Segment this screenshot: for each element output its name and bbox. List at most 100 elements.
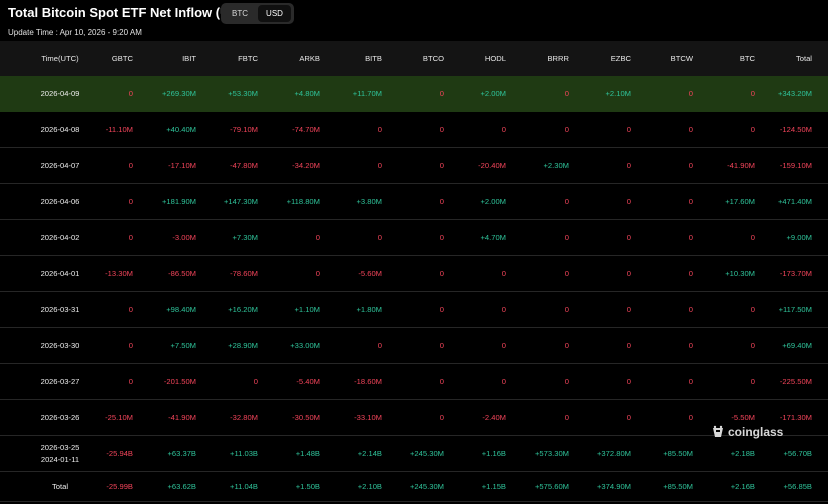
value-cell: +2.30M xyxy=(543,161,569,170)
value-cell: 0 xyxy=(128,89,133,98)
value-cell: -5.50M xyxy=(731,413,755,422)
date-cell: 2026-03-26 xyxy=(40,413,80,422)
value-cell: +56.85B xyxy=(783,482,812,491)
value-cell: 0 xyxy=(439,161,444,170)
value-cell: 0 xyxy=(128,341,133,350)
value-cell: -225.50M xyxy=(779,377,812,386)
value-cell: 0 xyxy=(439,413,444,422)
value-cell: 0 xyxy=(377,233,382,242)
value-cell: -34.20M xyxy=(292,161,320,170)
value-cell: +16.20M xyxy=(228,305,258,314)
table-row: 2026-04-01 -13.30M -86.50M -78.60M 0 -5.60M 0 0… xyxy=(0,256,828,292)
table-row: 2026-04-07 0 -17.10M -47.80M -34.20M 0 0 -20.40… xyxy=(0,148,828,184)
value-cell: 0 xyxy=(377,125,382,134)
value-cell: +147.30M xyxy=(224,197,258,206)
date-cell: 2026-03-27 xyxy=(40,377,80,386)
value-cell: 0 xyxy=(439,89,444,98)
date-cell: Total xyxy=(51,482,69,491)
value-cell: +245.30M xyxy=(410,482,444,491)
date-cell: 2026-04-06 xyxy=(40,197,80,206)
value-cell: +11.70M xyxy=(352,89,382,98)
table-row: 2026-03-26 -25.10M -41.90M -32.80M -30.50M -3… xyxy=(0,400,828,436)
value-cell: +245.30M xyxy=(410,449,444,458)
value-cell: 0 xyxy=(439,197,444,206)
value-cell: -18.60M xyxy=(354,377,382,386)
date-cell: 2026-04-09 xyxy=(40,89,80,98)
column-header[interactable]: BTC xyxy=(740,54,755,63)
value-cell: 0 xyxy=(626,161,631,170)
value-cell: +2.16B xyxy=(730,482,755,491)
value-cell: 0 xyxy=(688,125,693,134)
table-row: 2026-04-08 -11.10M +40.40M -79.10M -74.70M 0 0… xyxy=(0,112,828,148)
value-cell: -201.50M xyxy=(163,377,196,386)
value-cell: +2.18B xyxy=(730,449,755,458)
value-cell: +17.60M xyxy=(725,197,755,206)
value-cell: +69.40M xyxy=(782,341,812,350)
value-cell: -124.50M xyxy=(779,125,812,134)
value-cell: -5.60M xyxy=(358,269,382,278)
value-cell: -2.40M xyxy=(482,413,506,422)
value-cell: +56.70B xyxy=(783,449,812,458)
column-header[interactable]: GBTC xyxy=(112,54,133,63)
column-header[interactable]: BRRR xyxy=(547,54,569,63)
column-header[interactable]: Time(UTC) xyxy=(0,54,120,63)
column-header[interactable]: ARKB xyxy=(299,54,320,63)
value-cell: 0 xyxy=(128,197,133,206)
column-header[interactable]: HODL xyxy=(485,54,506,63)
value-cell: +343.20M xyxy=(778,89,812,98)
value-cell: 0 xyxy=(564,89,569,98)
value-cell: 0 xyxy=(564,341,569,350)
value-cell: +85.50M xyxy=(663,482,693,491)
value-cell: 0 xyxy=(688,197,693,206)
date-cell: 2026-04-08 xyxy=(40,125,80,134)
table-row: 2026-04-02 0 -3.00M +7.30M 0 0 0 +4.70M 0 0 0 0 +9.0… xyxy=(0,220,828,256)
value-cell: 0 xyxy=(501,269,506,278)
value-cell: +2.00M xyxy=(480,89,506,98)
value-cell: 0 xyxy=(750,305,755,314)
value-cell: 0 xyxy=(688,269,693,278)
value-cell: -3.00M xyxy=(172,233,196,242)
date-cell: 2026-03-25 xyxy=(40,443,80,452)
value-cell: 0 xyxy=(564,413,569,422)
value-cell: +98.40M xyxy=(166,305,196,314)
value-cell: 0 xyxy=(688,161,693,170)
column-header[interactable]: BTCO xyxy=(423,54,444,63)
value-cell: 0 xyxy=(626,413,631,422)
value-cell: +40.40M xyxy=(166,125,196,134)
date-cell: 2026-03-31 xyxy=(40,305,80,314)
value-cell: -25.10M xyxy=(105,413,133,422)
value-cell: -17.10M xyxy=(168,161,196,170)
column-header[interactable]: BTCW xyxy=(671,54,693,63)
value-cell: +53.30M xyxy=(228,89,258,98)
value-cell: 0 xyxy=(439,125,444,134)
value-cell: +471.40M xyxy=(778,197,812,206)
value-cell: -86.50M xyxy=(168,269,196,278)
value-cell: +1.80M xyxy=(356,305,382,314)
column-header[interactable]: EZBC xyxy=(611,54,631,63)
value-cell: -33.10M xyxy=(354,413,382,422)
value-cell: 0 xyxy=(688,233,693,242)
value-cell: +33.00M xyxy=(290,341,320,350)
value-cell: -41.90M xyxy=(727,161,755,170)
update-time: Update Time : Apr 10, 2026 - 9:20 AM xyxy=(8,28,142,37)
toggle-btc-button[interactable]: BTC xyxy=(224,5,256,22)
value-cell: +269.30M xyxy=(162,89,196,98)
column-header[interactable]: FBTC xyxy=(238,54,258,63)
page-title: Total Bitcoin Spot ETF Net Inflow (USD) xyxy=(8,5,252,20)
value-cell: -159.10M xyxy=(779,161,812,170)
column-header[interactable]: BITB xyxy=(365,54,382,63)
value-cell: +2.00M xyxy=(480,197,506,206)
toggle-usd-button[interactable]: USD xyxy=(258,5,291,22)
column-header[interactable]: Total xyxy=(796,54,812,63)
table-row: 2026-04-06 0 +181.90M +147.30M +118.80M +3.80… xyxy=(0,184,828,220)
value-cell: +2.10M xyxy=(605,89,631,98)
value-cell: +63.37B xyxy=(167,449,196,458)
value-cell: +4.70M xyxy=(480,233,506,242)
value-cell: -173.70M xyxy=(779,269,812,278)
column-header[interactable]: IBIT xyxy=(182,54,196,63)
value-cell: 0 xyxy=(688,305,693,314)
value-cell: -25.94B xyxy=(106,449,133,458)
value-cell: 0 xyxy=(750,89,755,98)
coinglass-watermark: coinglass xyxy=(711,425,783,439)
value-cell: +2.10B xyxy=(357,482,382,491)
